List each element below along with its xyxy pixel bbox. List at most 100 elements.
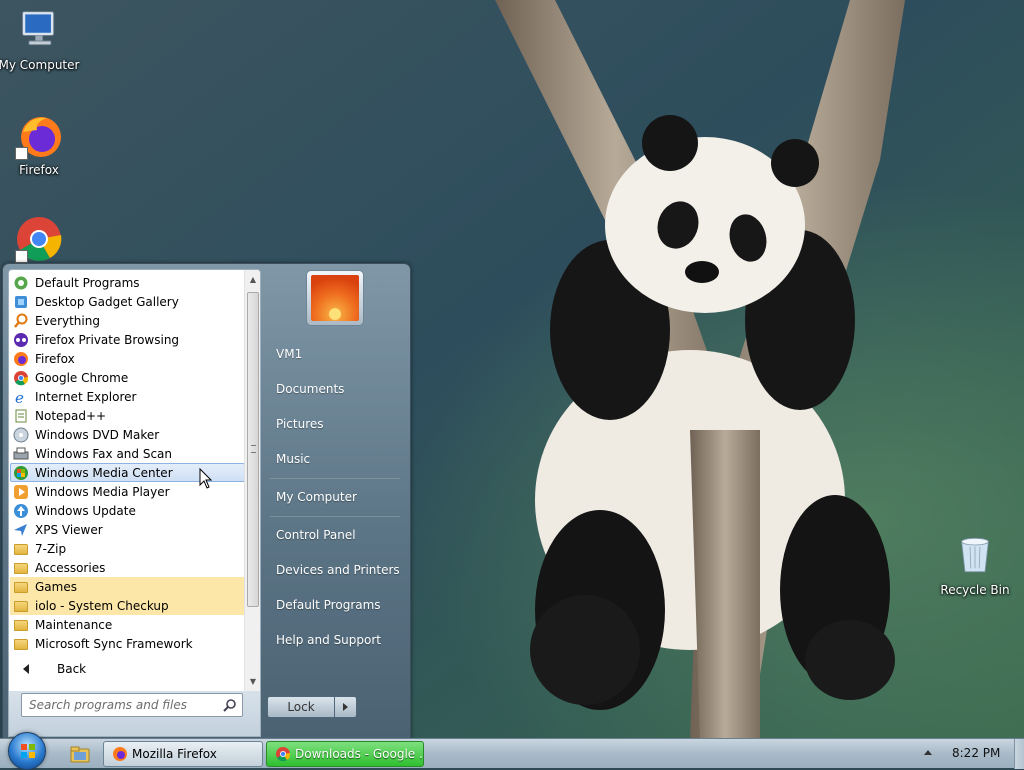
program-list-item[interactable]: Default Programs <box>10 273 245 292</box>
folder-icon <box>13 560 29 576</box>
program-list-scrollbar[interactable]: ▲ ▼ <box>244 270 260 692</box>
chrome-icon <box>14 371 29 386</box>
search-icon[interactable] <box>223 698 237 712</box>
folder-icon <box>13 579 29 595</box>
program-list-item[interactable]: XPS Viewer <box>10 520 245 539</box>
right-pane-divider <box>270 516 400 517</box>
program-label: Windows Update <box>35 504 136 518</box>
program-list-item[interactable]: Everything <box>10 311 245 330</box>
svg-text:e: e <box>15 389 24 405</box>
taskbar: Mozilla Firefox Downloads - Google ... 8… <box>0 732 1024 770</box>
back-arrow-icon <box>23 664 29 674</box>
program-list-item[interactable]: Desktop Gadget Gallery <box>10 292 245 311</box>
desktop-icon-label: Recycle Bin <box>940 583 1010 597</box>
desktop-icon-google-chrome[interactable] <box>0 215 81 266</box>
computer-icon <box>22 11 55 46</box>
everything-search-icon <box>14 313 28 328</box>
desktop-icon-label: My Computer <box>0 58 80 72</box>
start-right-documents[interactable]: Documents <box>276 379 344 399</box>
search-input[interactable] <box>21 693 243 717</box>
program-label: Everything <box>35 314 100 328</box>
windows-logo-icon <box>21 744 35 758</box>
program-label: XPS Viewer <box>35 523 103 537</box>
program-label: Accessories <box>35 561 106 575</box>
program-folder-item[interactable]: Games <box>10 577 245 596</box>
program-list-item[interactable]: e Internet Explorer <box>10 387 245 406</box>
internet-explorer-icon: e <box>15 389 24 405</box>
start-right-pictures[interactable]: Pictures <box>276 414 324 434</box>
explorer-folder-icon[interactable] <box>70 744 90 764</box>
start-right-help-support[interactable]: Help and Support <box>276 630 381 650</box>
program-label: Maintenance <box>35 618 113 632</box>
show-desktop-button[interactable] <box>1014 739 1024 769</box>
taskbar-button-label: Mozilla Firefox <box>132 747 217 761</box>
program-label: Default Programs <box>35 276 140 290</box>
shutdown-options-arrow-icon[interactable] <box>335 696 357 718</box>
start-right-user[interactable]: VM1 <box>276 344 302 364</box>
program-list-item[interactable]: Windows DVD Maker <box>10 425 245 444</box>
folder-icon <box>13 617 29 633</box>
program-folder-item[interactable]: Maintenance <box>10 615 245 634</box>
folder-icon <box>13 636 29 652</box>
program-list-item[interactable]: Windows Fax and Scan <box>10 444 245 463</box>
program-list-item[interactable]: Windows Update <box>10 501 245 520</box>
taskbar-button-chrome[interactable]: Downloads - Google ... <box>266 741 424 767</box>
user-picture-image <box>311 275 359 321</box>
program-label: Firefox <box>35 352 75 366</box>
taskbar-button-firefox[interactable]: Mozilla Firefox <box>103 741 263 767</box>
program-label: Google Chrome <box>35 371 129 385</box>
start-right-control-panel[interactable]: Control Panel <box>276 525 356 545</box>
program-list-item[interactable]: Notepad++ <box>10 406 245 425</box>
user-picture[interactable] <box>306 270 364 326</box>
dvd-maker-icon <box>13 427 29 443</box>
media-center-icon <box>14 466 28 480</box>
right-pane-divider <box>270 478 400 479</box>
start-button[interactable] <box>8 732 46 770</box>
start-right-default-programs[interactable]: Default Programs <box>276 595 381 615</box>
show-hidden-icons-arrow-icon[interactable] <box>924 750 932 755</box>
program-folder-item[interactable]: Microsoft Sync Framework <box>10 634 245 653</box>
program-list-item[interactable]: Firefox <box>10 349 245 368</box>
program-label: Games <box>35 580 77 594</box>
desktop-icon-label: Firefox <box>19 163 59 177</box>
program-label: Desktop Gadget Gallery <box>35 295 179 309</box>
program-label: Microsoft Sync Framework <box>35 637 193 651</box>
default-programs-icon <box>14 276 28 290</box>
media-player-icon <box>14 485 28 499</box>
scroll-up-arrow-icon[interactable]: ▲ <box>245 272 260 288</box>
start-right-music[interactable]: Music <box>276 449 310 469</box>
program-label: Notepad++ <box>35 409 107 423</box>
scrollbar-grip-icon <box>251 445 256 453</box>
lock-button[interactable]: Lock <box>267 696 335 718</box>
notepad-plus-plus-icon <box>15 409 27 423</box>
desktop-icon-recycle-bin[interactable]: Recycle Bin <box>933 533 1017 597</box>
program-list: Default Programs Desktop Gadget Gallery Ev… <box>9 273 245 653</box>
program-label: Windows Fax and Scan <box>35 447 173 461</box>
start-right-devices-printers[interactable]: Devices and Printers <box>276 560 400 580</box>
desktop-icon-firefox[interactable]: Firefox <box>0 112 81 177</box>
taskbar-button-label: Downloads - Google ... <box>295 747 424 761</box>
program-label: Firefox Private Browsing <box>35 333 180 347</box>
program-label: 7-Zip <box>35 542 67 556</box>
back-button[interactable]: Back <box>9 656 245 682</box>
shortcut-arrow-icon <box>15 250 28 263</box>
gadget-gallery-icon <box>15 296 27 308</box>
recycle-bin-icon <box>961 537 989 573</box>
firefox-icon <box>113 747 127 761</box>
back-label: Back <box>57 662 87 676</box>
program-folder-item[interactable]: iolo - System Checkup <box>10 596 245 615</box>
program-list-item[interactable]: Google Chrome <box>10 368 245 387</box>
start-right-my-computer[interactable]: My Computer <box>276 487 357 507</box>
folder-icon <box>13 598 29 614</box>
scroll-down-arrow-icon[interactable]: ▼ <box>245 674 260 690</box>
program-folder-item[interactable]: Accessories <box>10 558 245 577</box>
program-folder-item[interactable]: 7-Zip <box>10 539 245 558</box>
scrollbar-thumb[interactable] <box>247 292 259 607</box>
desktop-icon-my-computer[interactable]: My Computer <box>0 8 81 72</box>
chrome-icon <box>276 747 291 762</box>
program-list-item[interactable]: Firefox Private Browsing <box>10 330 245 349</box>
system-clock[interactable]: 8:22 PM <box>952 746 1000 760</box>
search-area <box>8 691 261 737</box>
firefox-icon <box>14 352 28 366</box>
folder-icon <box>13 541 29 557</box>
